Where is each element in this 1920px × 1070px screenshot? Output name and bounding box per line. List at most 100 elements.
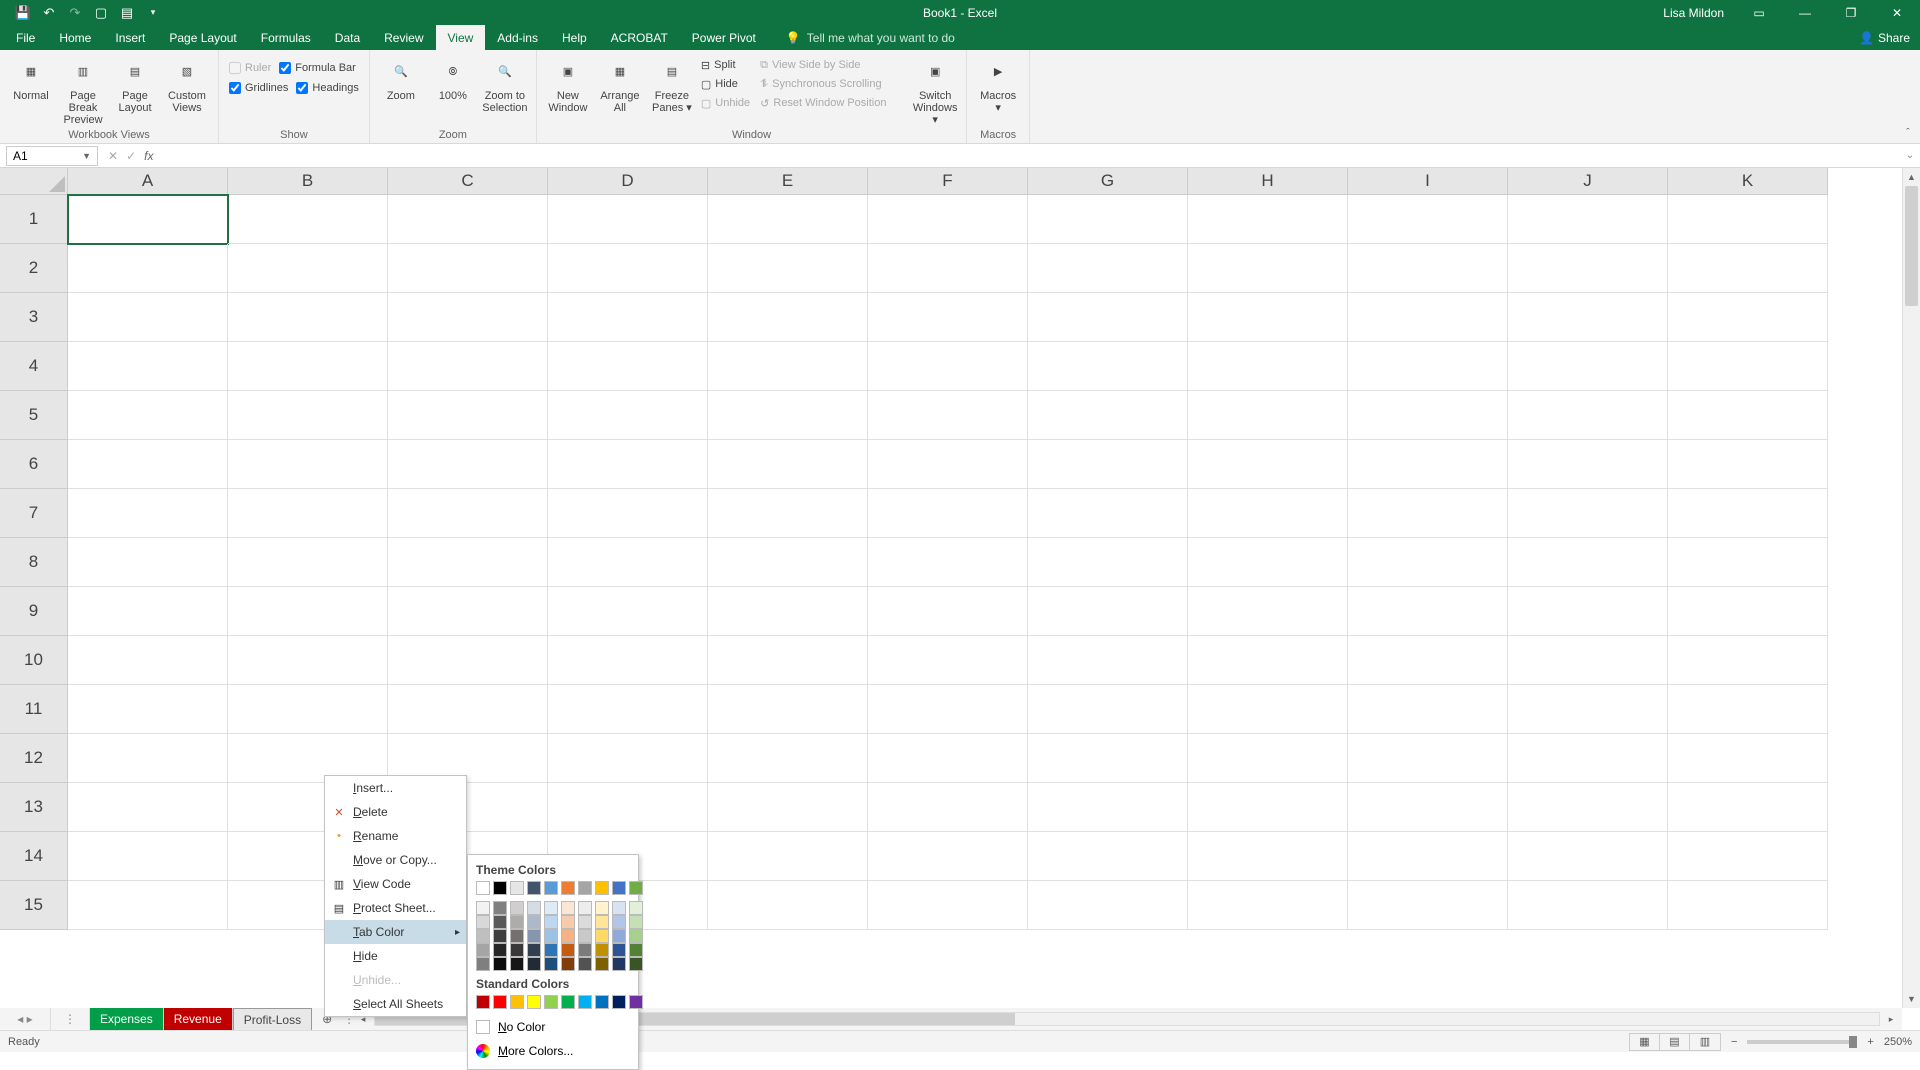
cell-E13[interactable] — [708, 783, 868, 832]
cell-J1[interactable] — [1508, 195, 1668, 244]
cell-C10[interactable] — [388, 636, 548, 685]
row-header-8[interactable]: 8 — [0, 538, 68, 587]
color-swatch[interactable] — [476, 901, 490, 915]
row-header-13[interactable]: 13 — [0, 783, 68, 832]
cell-I15[interactable] — [1348, 881, 1508, 930]
color-swatch[interactable] — [561, 957, 575, 971]
cell-F14[interactable] — [868, 832, 1028, 881]
color-swatch[interactable] — [629, 995, 643, 1009]
color-swatch[interactable] — [561, 901, 575, 915]
cell-B10[interactable] — [228, 636, 388, 685]
redo-icon[interactable]: ↷ — [64, 3, 86, 23]
cell-A11[interactable] — [68, 685, 228, 734]
save-icon[interactable]: 💾 — [12, 3, 34, 23]
cell-K5[interactable] — [1668, 391, 1828, 440]
cell-B1[interactable] — [228, 195, 388, 244]
tab-data[interactable]: Data — [323, 25, 372, 50]
freeze-panes-button[interactable]: ▤Freeze Panes ▾ — [647, 52, 697, 114]
cell-D3[interactable] — [548, 293, 708, 342]
color-swatch[interactable] — [527, 915, 541, 929]
cell-G11[interactable] — [1028, 685, 1188, 734]
cell-H7[interactable] — [1188, 489, 1348, 538]
cell-F5[interactable] — [868, 391, 1028, 440]
zoom-in-icon[interactable]: + — [1867, 1036, 1873, 1048]
cell-K2[interactable] — [1668, 244, 1828, 293]
cell-F13[interactable] — [868, 783, 1028, 832]
cell-H13[interactable] — [1188, 783, 1348, 832]
cell-J9[interactable] — [1508, 587, 1668, 636]
column-header-H[interactable]: H — [1188, 168, 1348, 195]
cell-J10[interactable] — [1508, 636, 1668, 685]
cell-B9[interactable] — [228, 587, 388, 636]
cell-F6[interactable] — [868, 440, 1028, 489]
sheet-tab-profit-loss[interactable]: Profit-Loss — [233, 1008, 312, 1030]
cell-K3[interactable] — [1668, 293, 1828, 342]
column-header-F[interactable]: F — [868, 168, 1028, 195]
cell-E15[interactable] — [708, 881, 868, 930]
color-swatch[interactable] — [510, 957, 524, 971]
cell-D7[interactable] — [548, 489, 708, 538]
cell-I13[interactable] — [1348, 783, 1508, 832]
column-header-D[interactable]: D — [548, 168, 708, 195]
color-swatch[interactable] — [544, 881, 558, 895]
color-swatch[interactable] — [578, 995, 592, 1009]
color-swatch[interactable] — [476, 995, 490, 1009]
color-swatch[interactable] — [493, 957, 507, 971]
cell-A3[interactable] — [68, 293, 228, 342]
more-colors-button[interactable]: More Colors... — [474, 1039, 632, 1063]
scroll-up-icon[interactable]: ▲ — [1903, 168, 1920, 186]
color-swatch[interactable] — [595, 881, 609, 895]
color-swatch[interactable] — [612, 943, 626, 957]
column-header-C[interactable]: C — [388, 168, 548, 195]
column-header-I[interactable]: I — [1348, 168, 1508, 195]
name-box-dropdown-icon[interactable]: ▼ — [82, 151, 91, 161]
color-swatch[interactable] — [493, 995, 507, 1009]
cell-A7[interactable] — [68, 489, 228, 538]
color-swatch[interactable] — [493, 881, 507, 895]
sheet-nav-splitter[interactable]: ⋮ — [50, 1008, 90, 1030]
color-swatch[interactable] — [629, 943, 643, 957]
cell-G14[interactable] — [1028, 832, 1188, 881]
cell-C9[interactable] — [388, 587, 548, 636]
cell-I6[interactable] — [1348, 440, 1508, 489]
color-swatch[interactable] — [510, 929, 524, 943]
cell-I10[interactable] — [1348, 636, 1508, 685]
cell-K11[interactable] — [1668, 685, 1828, 734]
cell-I2[interactable] — [1348, 244, 1508, 293]
cell-G8[interactable] — [1028, 538, 1188, 587]
cell-B4[interactable] — [228, 342, 388, 391]
scroll-right-icon[interactable]: ▸ — [1882, 1014, 1900, 1025]
row-header-7[interactable]: 7 — [0, 489, 68, 538]
zoom-out-icon[interactable]: − — [1731, 1036, 1737, 1048]
cell-G10[interactable] — [1028, 636, 1188, 685]
ruler-checkbox[interactable]: Ruler — [225, 58, 275, 78]
cell-J6[interactable] — [1508, 440, 1668, 489]
cell-A9[interactable] — [68, 587, 228, 636]
cell-C3[interactable] — [388, 293, 548, 342]
color-swatch[interactable] — [527, 943, 541, 957]
cell-C4[interactable] — [388, 342, 548, 391]
column-header-G[interactable]: G — [1028, 168, 1188, 195]
color-swatch[interactable] — [493, 915, 507, 929]
context-hide[interactable]: Hide — [325, 944, 466, 968]
cell-E14[interactable] — [708, 832, 868, 881]
cell-K15[interactable] — [1668, 881, 1828, 930]
cell-D4[interactable] — [548, 342, 708, 391]
cell-E2[interactable] — [708, 244, 868, 293]
tab-home[interactable]: Home — [47, 25, 103, 50]
formula-input[interactable] — [163, 146, 1900, 166]
row-header-6[interactable]: 6 — [0, 440, 68, 489]
macros-button[interactable]: ▶Macros▾ — [973, 52, 1023, 114]
tab-file[interactable]: File — [4, 25, 47, 50]
cell-E6[interactable] — [708, 440, 868, 489]
cell-J4[interactable] — [1508, 342, 1668, 391]
cell-D11[interactable] — [548, 685, 708, 734]
page-layout-button[interactable]: ▤ Page Layout — [110, 52, 160, 114]
cell-G12[interactable] — [1028, 734, 1188, 783]
cell-F2[interactable] — [868, 244, 1028, 293]
cell-B2[interactable] — [228, 244, 388, 293]
cell-K12[interactable] — [1668, 734, 1828, 783]
maximize-icon[interactable]: ❐ — [1828, 0, 1874, 25]
row-header-10[interactable]: 10 — [0, 636, 68, 685]
color-swatch[interactable] — [527, 957, 541, 971]
